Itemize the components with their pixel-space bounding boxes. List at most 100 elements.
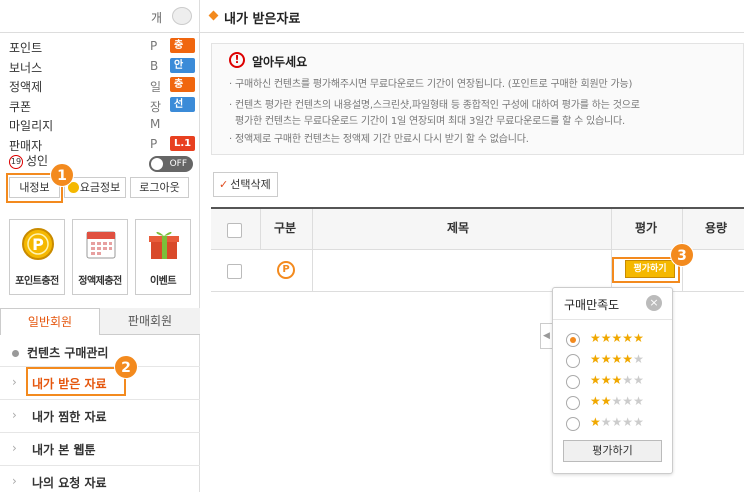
select-all-checkbox[interactable] xyxy=(227,223,242,238)
gift-icon xyxy=(149,231,179,259)
radio-button[interactable] xyxy=(566,396,580,410)
star-rating-icon: ★★★★★ xyxy=(590,415,644,429)
member-tabs: 일반회원 판매회원 xyxy=(0,308,200,335)
rating-option[interactable]: ★★★★★ xyxy=(566,331,666,348)
stat-unit: B xyxy=(150,58,159,73)
notice-line: · 구매하신 컨텐츠를 평가해주시면 무료다운로드 기간이 연장됩니다. (포인… xyxy=(229,79,633,90)
column-divider xyxy=(611,209,612,250)
notice-box: ! 알아두세요 · 구매하신 컨텐츠를 평가해주시면 무료다운로드 기간이 연장… xyxy=(211,43,744,155)
quick-point-charge-label: 포인트충전 xyxy=(15,276,59,287)
rating-popup-title: 구매만족도 xyxy=(564,298,620,312)
star-empty-icon: ★ xyxy=(622,394,634,408)
rating-option[interactable]: ★★★★★ xyxy=(566,352,666,369)
radio-button[interactable] xyxy=(566,375,580,389)
svg-text:P: P xyxy=(32,235,44,254)
star-filled-icon: ★ xyxy=(590,352,601,366)
table-header: 구분 제목 평가 용량 xyxy=(211,207,744,250)
stat-row: 정액제 일 충전 xyxy=(9,77,195,105)
page-header: 내가 받은자료 xyxy=(200,0,744,33)
stat-unit: 장 xyxy=(150,99,162,114)
submit-rating-button[interactable]: 평가하기 xyxy=(563,440,662,462)
stat-label: 쿠폰 xyxy=(9,99,32,114)
delete-selected-label: 선택삭제 xyxy=(230,178,271,191)
stat-row: 보너스 B 안내 xyxy=(9,57,195,86)
message-count: 개 xyxy=(0,0,200,33)
delete-selected-button[interactable]: ✓ 선택삭제 xyxy=(213,172,278,197)
fee-info-button[interactable]: 요금정보 xyxy=(64,177,126,198)
star-empty-icon: ★ xyxy=(600,415,612,429)
tab-general-member[interactable]: 일반회원 xyxy=(0,308,100,335)
message-count-unit: 개 xyxy=(151,11,163,25)
menu-item-requests[interactable]: › 나의 요청 자료 xyxy=(0,465,200,498)
point-type-icon: P xyxy=(277,261,295,279)
star-empty-icon: ★ xyxy=(633,415,644,429)
notice-line: · 정액제로 구매한 컨텐츠는 정액제 기간 만료시 다시 받기 할 수 없습니… xyxy=(229,134,529,145)
star-filled-icon: ★ xyxy=(633,331,644,345)
row-checkbox[interactable] xyxy=(227,264,242,279)
stat-row: 쿠폰 장 선물 xyxy=(9,96,195,125)
stat-badge-button[interactable]: 선물 xyxy=(170,96,195,125)
radio-button[interactable] xyxy=(566,333,580,347)
quick-event[interactable]: 이벤트 xyxy=(135,219,191,295)
quick-event-label: 이벤트 xyxy=(149,276,177,287)
quick-point-charge[interactable]: P 포인트충전 xyxy=(9,219,65,295)
stat-label: 보너스 xyxy=(9,60,43,75)
notice-line: · 컨텐츠 평가란 컨텐츠의 내용설명,스크린샷,파일형태 등 종합적인 구성에… xyxy=(229,100,640,111)
adult-text: 성인 xyxy=(26,154,49,168)
stat-badge-button[interactable]: 안내 xyxy=(170,57,195,86)
coin-icon: P xyxy=(22,228,54,260)
quick-flat-charge[interactable]: 정액제충전 xyxy=(72,219,128,295)
age-19-icon: 19 xyxy=(9,154,23,169)
stat-unit: P xyxy=(150,136,158,151)
stat-label: 포인트 xyxy=(9,41,43,55)
rating-option[interactable]: ★★★★★ xyxy=(566,373,666,390)
stat-label: 판매자 xyxy=(9,138,43,153)
stat-badge-button[interactable]: 충전 xyxy=(170,38,195,66)
stat-badge-button[interactable]: 충전 xyxy=(170,77,195,105)
star-filled-icon: ★ xyxy=(600,394,612,408)
menu-item-wishlist[interactable]: › 내가 찜한 자료 xyxy=(0,399,200,432)
quick-flat-charge-label: 정액제충전 xyxy=(78,276,122,287)
mailbox-icon[interactable] xyxy=(172,7,192,25)
star-rating-icon: ★★★★★ xyxy=(590,373,644,387)
radio-button[interactable] xyxy=(566,354,580,368)
rating-option[interactable]: ★★★★★ xyxy=(566,415,666,432)
menu-item-webtoon-label: 내가 본 웹툰 xyxy=(32,443,96,457)
star-empty-icon: ★ xyxy=(611,415,623,429)
chevron-right-icon: › xyxy=(12,408,17,422)
calendar-icon xyxy=(86,231,116,259)
star-filled-icon: ★ xyxy=(622,352,634,366)
tab-seller-member[interactable]: 판매회원 xyxy=(100,308,200,335)
highlight-received xyxy=(26,367,126,396)
star-rating-icon: ★★★★★ xyxy=(590,352,644,366)
radio-button[interactable] xyxy=(566,417,580,431)
marker-3: 3 xyxy=(670,243,694,267)
bullet-icon xyxy=(12,350,19,357)
header-size: 용량 xyxy=(705,221,728,235)
rating-option[interactable]: ★★★★★ xyxy=(566,394,666,411)
star-filled-icon: ★ xyxy=(600,331,612,345)
stat-badge-button[interactable]: L.1 xyxy=(170,135,196,151)
star-filled-icon: ★ xyxy=(590,331,601,345)
star-empty-icon: ★ xyxy=(611,394,623,408)
notice-title: 알아두세요 xyxy=(252,55,308,69)
popup-divider xyxy=(553,319,672,320)
logout-button[interactable]: 로그아웃 xyxy=(130,177,189,198)
stat-label: 정액제 xyxy=(9,80,43,94)
fee-info-label: 요금정보 xyxy=(79,181,121,194)
chevron-right-icon: › xyxy=(12,474,17,488)
star-empty-icon: ★ xyxy=(622,415,634,429)
marker-1: 1 xyxy=(50,163,74,187)
menu-item-requests-label: 나의 요청 자료 xyxy=(32,476,107,490)
star-filled-icon: ★ xyxy=(590,415,601,429)
header-type: 구분 xyxy=(274,221,297,235)
chevron-right-icon: › xyxy=(12,441,17,455)
menu-item-webtoon[interactable]: › 내가 본 웹툰 xyxy=(0,432,200,465)
close-icon[interactable]: × xyxy=(646,295,662,311)
adult-toggle[interactable]: OFF xyxy=(149,156,193,172)
column-divider xyxy=(312,209,313,250)
header-title: 제목 xyxy=(447,221,470,235)
stat-label: 마일리지 xyxy=(9,119,54,133)
stat-unit: 일 xyxy=(150,80,162,94)
star-filled-icon: ★ xyxy=(590,373,601,387)
